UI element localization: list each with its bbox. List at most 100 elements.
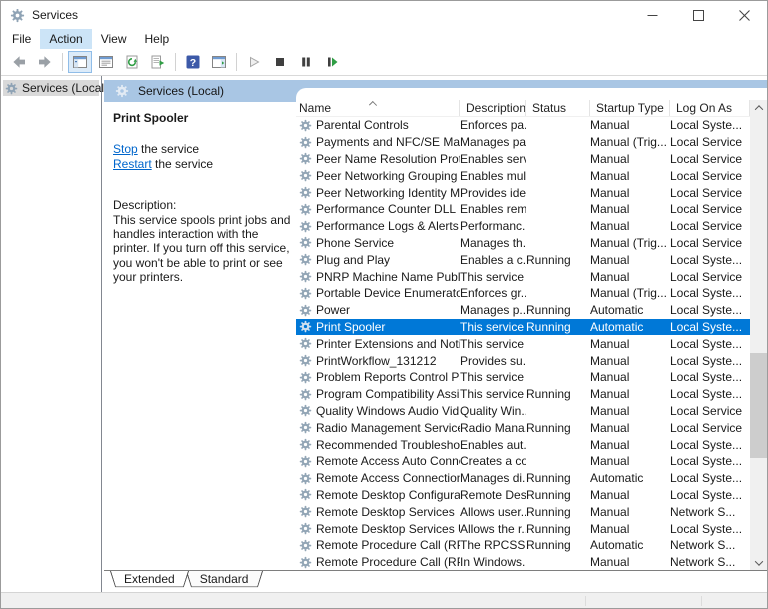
service-row[interactable]: Parental Controls Enforces pa... Manual Loc… [296,117,750,134]
service-name-cell: Parental Controls [296,117,460,134]
column-header-log-on-as[interactable]: Log On As [670,100,750,116]
refresh-button[interactable] [120,51,144,73]
column-header-status[interactable]: Status [526,100,590,116]
service-startup-cell: Manual [590,168,630,183]
restart-service-button[interactable] [320,51,344,73]
service-logon-cell: Local Syste... [670,118,743,133]
status-bar-separator [585,596,586,606]
service-startup-cell: Manual [590,420,630,435]
start-service-button[interactable] [242,51,266,73]
minimize-button[interactable] [629,1,675,29]
service-row[interactable]: Print Spooler This service ...Running Auto… [296,318,750,336]
export-list-button[interactable] [146,51,170,73]
close-button[interactable] [721,1,767,29]
service-startup-cell: Manual [590,219,630,234]
service-row[interactable]: Plug and Play Enables a c... Running Manual… [296,251,750,268]
stop-service-button[interactable] [268,51,292,73]
properties-button[interactable] [94,51,118,73]
service-gear-icon [299,556,312,569]
menu-help[interactable]: Help [136,29,179,49]
service-startup-cell: Automatic [590,538,644,553]
column-header-name[interactable]: Name [296,100,460,116]
services-list-page: Name Description Status Startup Type Log On … [296,88,767,570]
maximize-button[interactable] [675,1,721,29]
service-startup-cell: Manual [590,118,630,133]
service-gear-icon [299,253,312,266]
service-row[interactable]: Remote Desktop Services U...Allows the r… [296,520,750,537]
service-logon-cell: Local Service [670,235,743,250]
service-row[interactable]: Remote Desktop Configurat...Remote Des..… [296,487,750,504]
service-row[interactable]: Performance Logs & Alerts Performanc... Ma… [296,218,750,235]
service-logon-cell: Network S... [670,555,736,570]
service-row[interactable]: Quality Windows Audio Vid... Quality Win.… [296,403,750,420]
service-row[interactable]: Payments and NFC/SE Man...Manages pa... M… [296,134,750,151]
service-row[interactable]: Remote Access Auto Conne...Creates a co.… [296,453,750,470]
scrollbar-track[interactable] [750,115,767,555]
service-gear-icon [299,337,312,350]
back-button[interactable] [7,51,31,73]
service-row[interactable]: Radio Management ServiceRadio Mana...Run… [296,419,750,436]
service-row[interactable]: PrintWorkflow_131212 Provides su... Manual… [296,352,750,369]
menu-file[interactable]: File [3,29,40,49]
pause-service-button[interactable] [294,51,318,73]
service-row[interactable]: PNRP Machine Name Publi...This service .… [296,268,750,285]
service-status-cell [526,167,590,184]
service-gear-icon [299,404,312,417]
service-row[interactable]: Portable Device Enumerator...Enforces gr… [296,285,750,302]
column-header-startup-type[interactable]: Startup Type [590,100,670,116]
service-name-cell: PrintWorkflow_131212 [296,352,460,369]
service-description-cell: Quality Win... [460,403,526,418]
service-logon-cell: Local Service [670,168,743,183]
service-name: Phone Service [316,235,395,250]
service-description-cell: Allows user... [460,504,526,519]
status-bar [1,592,767,608]
service-row[interactable]: Peer Networking GroupingEnables mul... Ma… [296,167,750,184]
service-row[interactable]: Recommended Troublesho...Enables aut... M… [296,436,750,453]
service-name: Performance Logs & Alerts [316,219,459,234]
scrollbar-thumb[interactable] [750,352,767,459]
forward-button[interactable] [33,51,57,73]
service-row[interactable]: Remote Procedure Call (RPC)The RPCSS s..… [296,537,750,554]
column-header-description[interactable]: Description [460,100,526,116]
service-status-cell: Running [526,504,571,519]
service-description-cell: In Windows... [460,555,526,570]
service-row[interactable]: Remote Desktop Services Allows user... Run… [296,503,750,520]
service-description-cell: Radio Mana... [460,420,526,435]
show-console-tree-button[interactable] [68,51,92,73]
service-row[interactable]: Phone Service Manages th... Manual (Trig..… [296,235,750,252]
show-action-pane-button[interactable] [207,51,231,73]
service-status-cell [526,184,590,201]
service-startup-cell: Manual [590,504,630,519]
service-description-cell: This service ... [460,319,526,334]
service-name: Radio Management Service [316,420,460,435]
service-row[interactable]: Performance Counter DLL ...Enables rem..… [296,201,750,218]
help-button[interactable]: ? [181,51,205,73]
service-row[interactable]: Peer Networking Identity M... Provides id… [296,184,750,201]
service-row[interactable]: Program Compatibility Assi... This servic… [296,386,750,403]
service-logon-cell: Local Syste... [670,353,743,368]
service-row[interactable]: Remote Access Connection... Manages di...… [296,470,750,487]
service-logon-cell: Local Syste... [670,521,743,536]
service-startup-cell: Manual [590,370,630,385]
status-bar-separator [701,596,702,606]
service-description-cell: Creates a co... [460,454,526,469]
service-logon-cell: Local Syste... [670,252,743,267]
selected-service-title: Print Spooler [113,111,189,125]
stop-service-link[interactable]: Stop [113,142,138,156]
vertical-scrollbar[interactable] [750,100,767,570]
menu-view[interactable]: View [92,29,136,49]
service-row[interactable]: Peer Name Resolution Prot...Enables serv… [296,151,750,168]
scroll-down-button[interactable] [750,555,767,570]
service-row[interactable]: Power Manages p... Running Automatic Local S… [296,302,750,319]
service-gear-icon [299,505,312,518]
service-row[interactable]: Printer Extensions and Notif... This serv… [296,335,750,352]
tab-extended[interactable]: Extended [110,571,189,590]
restart-service-link[interactable]: Restart [113,157,152,171]
scroll-up-button[interactable] [750,100,767,115]
tree-item-services-local[interactable]: Services (Local) [3,80,108,96]
service-logon-cell: Local Syste... [670,387,743,402]
service-row[interactable]: Problem Reports Control Pa...This servic… [296,369,750,386]
menu-action[interactable]: Action [40,29,92,49]
tab-standard[interactable]: Standard [186,571,263,590]
service-row[interactable]: Remote Procedure Call (RP... In Windows..… [296,554,750,570]
